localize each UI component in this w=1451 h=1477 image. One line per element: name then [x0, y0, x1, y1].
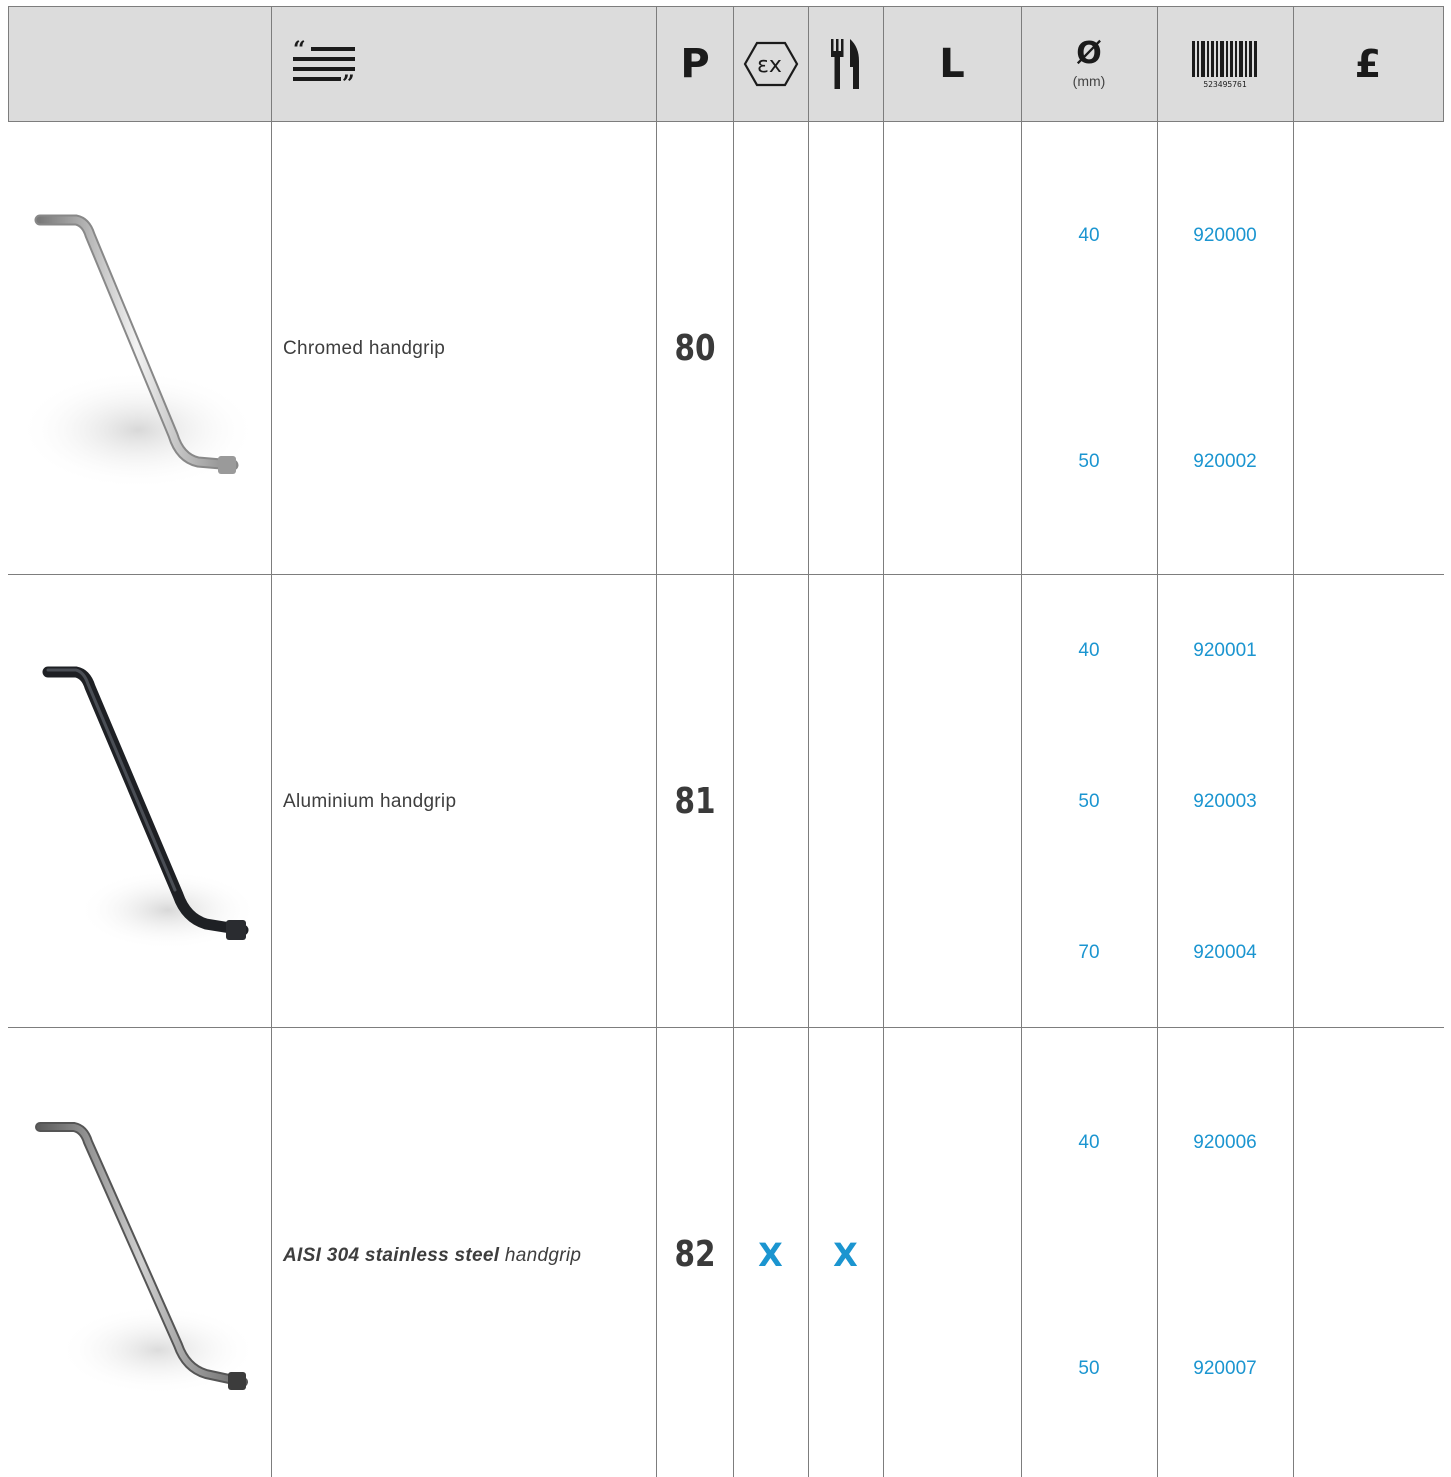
barcode-number: 523495761	[1203, 80, 1247, 89]
grid-line	[271, 6, 272, 1477]
grid-line	[656, 6, 657, 1477]
product-code: 920001	[1193, 640, 1257, 661]
ex-mark: X	[758, 1236, 783, 1274]
fork-knife-icon	[830, 38, 859, 89]
row-description-material: AISI 304 stainless steel	[283, 1245, 500, 1266]
barcode-header: 523495761	[1157, 6, 1293, 121]
ex-header: εx	[733, 6, 808, 121]
row-p-value: 80	[674, 328, 716, 369]
row-description: Aluminium handgrip	[283, 791, 457, 812]
diameter-value: 40	[1078, 225, 1100, 246]
l-header: L	[883, 6, 1021, 121]
diameter-value: 70	[1078, 942, 1100, 963]
food-mark: X	[833, 1236, 858, 1274]
product-code: 920003	[1193, 791, 1257, 812]
svg-text:εx: εx	[757, 53, 782, 78]
description-header: “ ”	[271, 6, 381, 121]
diameter-header: Ø (mm)	[1021, 6, 1157, 121]
product-code: 920006	[1193, 1132, 1257, 1153]
grid-line	[8, 6, 9, 121]
diameter-value: 50	[1078, 1358, 1100, 1379]
diameter-unit: (mm)	[1072, 72, 1106, 89]
row-p-value: 81	[674, 781, 716, 822]
aluminium-handgrip-photo	[18, 640, 258, 985]
product-code: 920002	[1193, 451, 1257, 472]
l-label: L	[939, 40, 965, 87]
grid-line	[8, 121, 1444, 122]
row-p-value: 82	[674, 1234, 716, 1275]
row-description-suffix: handgrip	[504, 1245, 582, 1266]
p-header: P	[656, 6, 734, 121]
price-symbol: £	[1354, 41, 1382, 86]
diameter-value: 50	[1078, 451, 1100, 472]
row-description: AISI 304 stainless steel handgrip	[283, 1245, 581, 1267]
chromed-handgrip-photo	[18, 180, 258, 525]
grid-line	[883, 6, 884, 1477]
barcode-icon: 523495761	[1192, 40, 1257, 89]
grid-line	[1293, 6, 1294, 1477]
atex-ex-icon: εx	[743, 41, 798, 86]
product-code: 920004	[1193, 942, 1257, 963]
stainless-steel-handgrip-photo	[18, 1100, 258, 1425]
p-label: P	[680, 40, 710, 87]
diameter-symbol: Ø	[1076, 35, 1102, 71]
row-description: Chromed handgrip	[283, 338, 446, 359]
food-header	[808, 6, 883, 121]
svg-text:”: ”	[342, 71, 355, 89]
grid-line	[8, 1027, 1444, 1028]
product-code: 920000	[1193, 225, 1257, 246]
grid-line	[8, 574, 1444, 575]
diameter-value: 50	[1078, 791, 1100, 812]
quote-lines-icon: “ ”	[293, 39, 355, 89]
grid-line	[1443, 6, 1444, 121]
product-code: 920007	[1193, 1358, 1257, 1379]
price-header: £	[1293, 6, 1443, 121]
diameter-value: 40	[1078, 1132, 1100, 1153]
diameter-value: 40	[1078, 640, 1100, 661]
